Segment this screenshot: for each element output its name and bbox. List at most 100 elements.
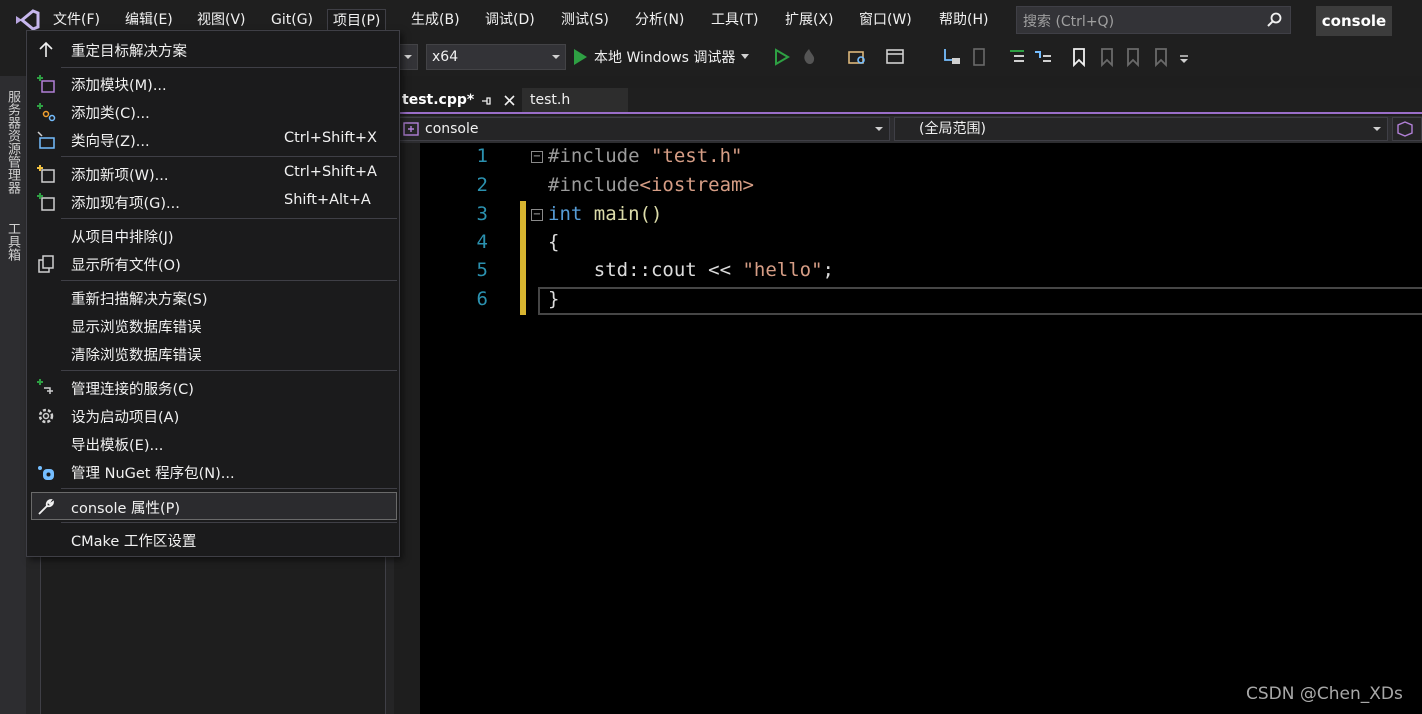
tab-label: test.cpp*	[402, 92, 475, 108]
show-all-files-icon	[38, 255, 54, 273]
menu-git[interactable]: Git(G)	[266, 9, 318, 31]
menu-window[interactable]: 窗口(W)	[854, 9, 917, 31]
add-module-icon	[37, 75, 55, 93]
side-tool-strip: 服务器资源管理器 工具箱	[0, 76, 26, 714]
menu-item-console-properties[interactable]: console 属性(P)	[31, 492, 397, 520]
toolbar-overflow-icon[interactable]	[1176, 46, 1198, 68]
menu-item-export-template[interactable]: 导出模板(E)...	[28, 430, 398, 458]
document-tabs: test.cpp* test.h	[394, 88, 1422, 114]
line-number: 2	[476, 174, 488, 196]
connected-services-icon	[37, 379, 53, 394]
menu-test[interactable]: 测试(S)	[556, 9, 614, 31]
shortcut: Ctrl+Shift+X	[284, 130, 377, 146]
uncomment-lines-icon[interactable]	[1032, 46, 1054, 68]
project-value: console	[425, 121, 479, 137]
change-tracking-bar	[520, 201, 526, 315]
cube-icon	[1397, 121, 1413, 137]
comment-lines-icon[interactable]	[1006, 46, 1028, 68]
step-over-icon[interactable]	[968, 46, 990, 68]
project-menu-dropdown: 重定目标解决方案 添加模块(M)... 添加类(C)... 类向导(Z)... …	[26, 30, 400, 557]
project-dropdown[interactable]: console	[396, 117, 890, 141]
solution-explorer-icon[interactable]	[846, 46, 868, 68]
hot-reload-icon[interactable]	[798, 46, 820, 68]
search-icon	[1267, 12, 1282, 27]
menu-item-clear-browse-db-errors[interactable]: 清除浏览数据库错误	[28, 340, 398, 368]
code-line-1: #include "test.h"	[548, 145, 743, 167]
scope-value: (全局范围)	[919, 121, 986, 137]
nuget-icon	[38, 466, 54, 480]
step-into-icon[interactable]	[940, 46, 962, 68]
menu-edit[interactable]: 编辑(E)	[120, 9, 178, 31]
menu-item-show-all-files[interactable]: 显示所有文件(O)	[28, 250, 398, 278]
config-dropdown[interactable]	[400, 44, 418, 70]
code-editor[interactable]: 1 2 3 4 5 6 − − #include "test.h" #inclu…	[394, 143, 1422, 714]
menu-item-add-module[interactable]: 添加模块(M)...	[28, 70, 398, 98]
menu-analyze[interactable]: 分析(N)	[630, 9, 689, 31]
start-debugging-button[interactable]: 本地 Windows 调试器	[572, 44, 750, 70]
member-dropdown[interactable]	[1392, 117, 1422, 141]
tab-test-h[interactable]: test.h	[522, 88, 628, 112]
arrow-up-icon	[39, 41, 53, 57]
project-icon	[403, 122, 419, 136]
tab-label: test.h	[530, 92, 571, 108]
platform-value: x64	[432, 49, 459, 65]
search-placeholder: 搜索 (Ctrl+Q)	[1023, 14, 1115, 30]
chevron-down-icon[interactable]	[741, 54, 750, 60]
start-without-debugging-icon[interactable]	[770, 46, 792, 68]
close-icon[interactable]	[504, 95, 515, 106]
line-number: 6	[476, 288, 488, 310]
menu-build[interactable]: 生成(B)	[406, 9, 465, 31]
menu-item-class-wizard[interactable]: 类向导(Z)... Ctrl+Shift+X	[28, 126, 398, 154]
debugger-label: 本地 Windows 调试器	[594, 50, 736, 66]
menu-item-add-existing-item[interactable]: 添加现有项(G)... Shift+Alt+A	[28, 188, 398, 216]
watermark: CSDN @Chen_XDs	[1246, 684, 1403, 704]
menu-item-cmake-workspace-settings[interactable]: CMake 工作区设置	[28, 526, 398, 554]
wrench-icon	[38, 499, 54, 515]
shortcut: Shift+Alt+A	[284, 192, 371, 208]
search-input[interactable]: 搜索 (Ctrl+Q)	[1016, 6, 1291, 34]
menu-view[interactable]: 视图(V)	[192, 9, 251, 31]
play-icon	[574, 49, 587, 65]
bookmark-icon[interactable]	[1068, 46, 1090, 68]
code-line-2: #include<iostream>	[548, 174, 754, 196]
visual-studio-logo-icon[interactable]	[14, 8, 40, 32]
previous-bookmark-icon[interactable]	[1096, 46, 1118, 68]
fold-toggle[interactable]: −	[531, 209, 543, 221]
menu-item-add-new-item[interactable]: 添加新项(W)... Ctrl+Shift+A	[28, 160, 398, 188]
gear-icon	[38, 408, 54, 424]
menu-tools[interactable]: 工具(T)	[706, 9, 763, 31]
menu-item-show-browse-db-errors[interactable]: 显示浏览数据库错误	[28, 312, 398, 340]
menu-item-manage-nuget[interactable]: 管理 NuGet 程序包(N)...	[28, 458, 398, 486]
class-wizard-icon	[37, 131, 55, 149]
code-line-5: std::cout << "hello";	[548, 259, 834, 281]
line-number: 5	[476, 259, 488, 281]
toolbox-tab[interactable]: 工具箱	[5, 222, 22, 261]
menu-item-rescan-solution[interactable]: 重新扫描解决方案(S)	[28, 284, 398, 312]
pin-icon[interactable]	[480, 95, 492, 107]
code-line-3: int main()	[548, 203, 663, 225]
scope-dropdown[interactable]: (全局范围)	[894, 117, 1388, 141]
menu-item-exclude-from-project[interactable]: 从项目中排除(J)	[28, 222, 398, 250]
code-line-4: {	[548, 231, 560, 253]
clear-bookmarks-icon[interactable]	[1150, 46, 1172, 68]
menu-help[interactable]: 帮助(H)	[934, 9, 993, 31]
menu-extensions[interactable]: 扩展(X)	[780, 9, 839, 31]
add-new-item-icon	[37, 165, 55, 183]
menu-item-connected-services[interactable]: 管理连接的服务(C)	[28, 374, 398, 402]
menu-item-add-class[interactable]: 添加类(C)...	[28, 98, 398, 126]
code-line-6: }	[548, 288, 560, 310]
add-existing-item-icon	[37, 193, 55, 211]
current-line-highlight	[538, 287, 1422, 315]
line-number: 1	[476, 145, 488, 167]
menu-debug[interactable]: 调试(D)	[480, 9, 540, 31]
fold-toggle[interactable]: −	[531, 151, 543, 163]
platform-dropdown[interactable]: x64	[426, 44, 566, 70]
tab-test-cpp[interactable]: test.cpp*	[394, 88, 522, 112]
layout-icon[interactable]	[884, 46, 906, 68]
next-bookmark-icon[interactable]	[1122, 46, 1144, 68]
shortcut: Ctrl+Shift+A	[284, 164, 377, 180]
server-explorer-tab[interactable]: 服务器资源管理器	[5, 90, 22, 194]
menu-item-retarget-solution[interactable]: 重定目标解决方案	[28, 36, 398, 64]
menu-file[interactable]: 文件(F)	[48, 9, 105, 31]
menu-item-set-startup-project[interactable]: 设为启动项目(A)	[28, 402, 398, 430]
